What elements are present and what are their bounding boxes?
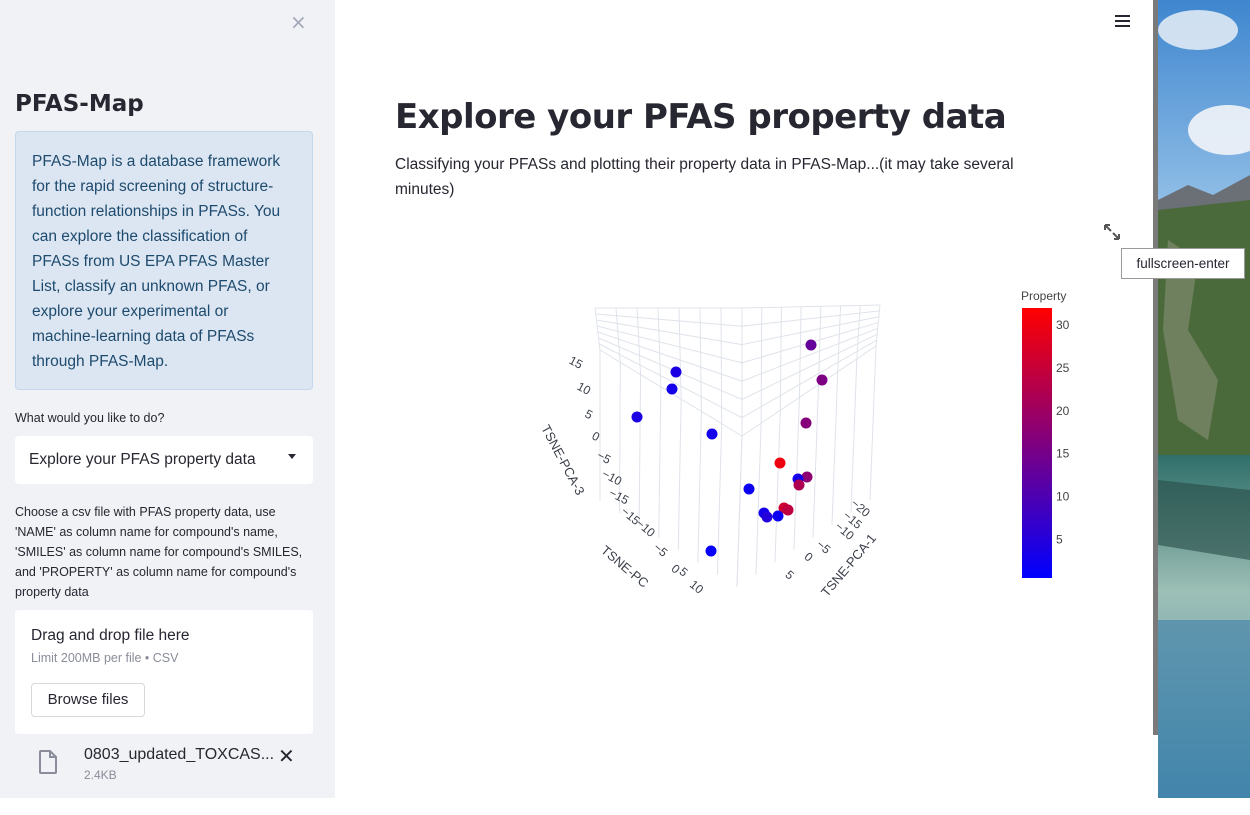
info-box: PFAS-Map is a database framework for the… [15, 131, 313, 390]
file-name: 0803_updated_TOXCAS... [84, 746, 275, 763]
file-size: 2.4KB [84, 768, 117, 782]
dropzone-title: Drag and drop file here [31, 627, 190, 644]
browse-files-button[interactable]: Browse files [31, 683, 145, 717]
file-dropzone[interactable]: Drag and drop file here Limit 200MB per … [15, 610, 313, 734]
close-sidebar-icon[interactable]: × [290, 12, 307, 32]
fullscreen-icon[interactable] [1103, 223, 1121, 241]
remove-file-icon[interactable]: ✕ [278, 744, 295, 768]
upload-help-text: Choose a csv file with PFAS property dat… [15, 505, 303, 599]
chevron-down-icon [288, 454, 296, 459]
action-select[interactable]: Explore your PFAS property data [15, 436, 313, 484]
bottom-bar [0, 798, 1250, 815]
page-title: Explore your PFAS property data [395, 97, 1007, 137]
main-area: Explore your PFAS property data Classify… [335, 0, 1155, 815]
page-description: Classifying your PFASs and plotting thei… [395, 156, 1014, 198]
uploaded-file: 0803_updated_TOXCAS... 2.4KB ✕ [15, 740, 313, 790]
fullscreen-tooltip: fullscreen-enter [1121, 248, 1245, 279]
background-landscape-image [1158, 0, 1250, 798]
file-icon [39, 750, 57, 774]
action-select-value: Explore your PFAS property data [29, 451, 256, 468]
dropzone-limit: Limit 200MB per file • CSV [31, 651, 179, 665]
action-select-label: What would you like to do? [15, 411, 165, 425]
menu-icon[interactable] [1115, 14, 1130, 28]
sidebar: × PFAS-Map PFAS-Map is a database framew… [0, 0, 335, 798]
sidebar-title: PFAS-Map [15, 91, 144, 117]
